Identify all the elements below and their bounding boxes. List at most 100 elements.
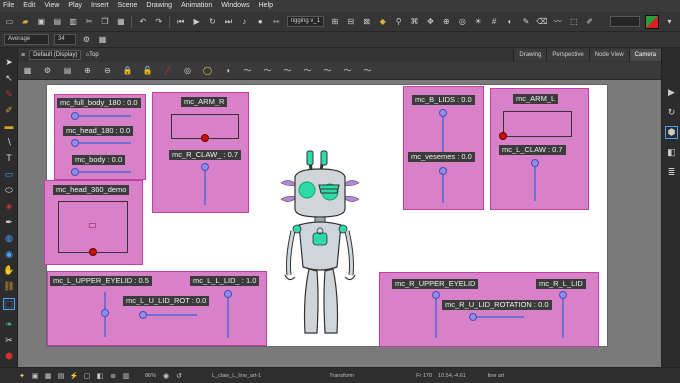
slider-knob-l-upper-eyelid[interactable] [101, 309, 109, 317]
slider-full-body[interactable] [75, 115, 131, 117]
wave-a-icon[interactable]: 〜 [242, 65, 253, 76]
rig-c-icon[interactable]: ⊠ [361, 16, 372, 27]
layers-icon[interactable]: ◧ [665, 146, 678, 159]
wave-f-icon[interactable]: 〜 [342, 65, 353, 76]
rotate-status-icon[interactable]: ◉ [162, 372, 170, 380]
box-status-icon[interactable]: ▢ [83, 372, 91, 380]
slider-knob-head[interactable] [71, 139, 79, 147]
cutter-icon[interactable]: ✂ [3, 334, 15, 346]
fill-icon[interactable]: ⬚ [568, 16, 579, 27]
tab-perspective[interactable]: Perspective [546, 49, 589, 61]
arm-l-handle[interactable] [499, 132, 507, 140]
light-icon[interactable]: ☀ [473, 16, 484, 27]
slider-knob-l-l-lid[interactable] [224, 290, 232, 298]
robot-character[interactable] [275, 147, 365, 337]
camera-status-icon[interactable]: ▣ [31, 372, 39, 380]
paint-bucket-icon[interactable]: ◈ [3, 200, 15, 212]
menu-help[interactable]: Help [259, 0, 273, 12]
slider-knob-full-body[interactable] [71, 112, 79, 120]
rig-tool-icon[interactable]: ⛓ [3, 280, 15, 292]
slider-r-l-lid[interactable] [562, 293, 564, 338]
menu-windows[interactable]: Windows [221, 0, 249, 12]
arm-l-pad[interactable] [503, 111, 572, 137]
mask-icon[interactable]: ◐ [505, 16, 516, 27]
bone-view-icon[interactable]: ╱ [162, 65, 173, 76]
rectangle-tool-icon[interactable]: ▭ [3, 168, 15, 180]
slider-l-l-lid[interactable] [227, 292, 229, 338]
unlock-icon[interactable]: 🔓 [142, 65, 153, 76]
wave-g-icon[interactable]: 〜 [362, 65, 373, 76]
color-swatch-icon[interactable] [645, 14, 659, 29]
wave-c-icon[interactable]: 〜 [282, 65, 293, 76]
remove-layer-icon[interactable]: ⊖ [102, 65, 113, 76]
menu-file[interactable]: File [3, 0, 14, 12]
save-icon[interactable]: ▣ [36, 16, 47, 27]
wave-e-icon[interactable]: 〜 [322, 65, 333, 76]
key-icon[interactable]: ◆ [377, 16, 388, 27]
select-arrow-icon[interactable]: ➤ [3, 56, 15, 68]
frame-status-icon[interactable]: ▦ [44, 372, 52, 380]
settings-gear-icon[interactable]: ⚙ [81, 34, 92, 45]
slider-r-u-lid-rotation[interactable] [472, 316, 524, 318]
zoom-tool-icon[interactable]: ⬢ [3, 350, 15, 362]
line-tool-icon[interactable]: ∖ [3, 136, 15, 148]
grid-status-icon[interactable]: ▤ [57, 372, 65, 380]
quality-value-field[interactable]: 34 [54, 34, 76, 45]
sound-icon[interactable]: ♪ [239, 16, 250, 27]
slider-knob-r-claw[interactable] [201, 163, 209, 171]
arm-r-handle[interactable] [201, 134, 209, 142]
reset-status-icon[interactable]: ↺ [175, 372, 183, 380]
cut-icon[interactable]: ✂ [84, 16, 95, 27]
stamp-icon[interactable]: ◉ [3, 248, 15, 260]
stroke-icon[interactable]: 〰 [552, 16, 563, 27]
menu-edit[interactable]: Edit [23, 0, 35, 12]
lock-icon[interactable]: 🔒 [122, 65, 133, 76]
transform-icon[interactable]: ✥ [425, 16, 436, 27]
grid-toggle-icon[interactable]: ▤ [62, 65, 73, 76]
loop-icon[interactable]: ↻ [207, 16, 218, 27]
layers-status-icon[interactable]: ◧ [96, 372, 104, 380]
camera-mask-icon[interactable]: ▦ [22, 65, 33, 76]
new-icon[interactable]: ▭ [4, 16, 15, 27]
slider-r-upper-eyelid[interactable] [435, 293, 437, 338]
wave-d-icon[interactable]: 〜 [302, 65, 313, 76]
undo-icon[interactable]: ↶ [137, 16, 148, 27]
slider-l-u-lid-rot[interactable] [142, 314, 197, 316]
ellipse-tool-icon[interactable]: ⬭ [3, 184, 15, 196]
last-frame-icon[interactable]: ⏭ [223, 16, 234, 27]
menu-view[interactable]: View [44, 0, 59, 12]
tab-camera[interactable]: Camera [628, 49, 661, 61]
deform-icon[interactable]: ⌘ [409, 16, 420, 27]
feather-icon[interactable]: ❧ [3, 318, 15, 330]
library-icon[interactable]: ▥ [68, 16, 79, 27]
slider-knob-r-u-lid-rotation[interactable] [469, 313, 477, 321]
play-side-icon[interactable]: ▶ [665, 86, 678, 99]
zoom-level[interactable]: 86% [145, 373, 156, 379]
add-layer-icon[interactable]: ⊕ [82, 65, 93, 76]
hand-icon[interactable]: ✋ [3, 264, 15, 276]
play-icon[interactable]: ▶ [191, 16, 202, 27]
top-view-label[interactable]: ⌂Top [85, 52, 98, 58]
slider-knob-l-u-lid-rot[interactable] [139, 311, 147, 319]
swatch-arrow-icon[interactable]: ▾ [664, 16, 675, 27]
wave-b-icon[interactable]: 〜 [262, 65, 273, 76]
rotate-view-icon[interactable]: ↻ [665, 106, 678, 119]
rig-a-icon[interactable]: ⊞ [329, 16, 340, 27]
pen-icon[interactable]: ✎ [521, 16, 532, 27]
rig-dropdown[interactable]: rigging v_1 [286, 16, 325, 27]
stack-status-icon[interactable]: ≣ [109, 372, 117, 380]
import-icon[interactable]: ▤ [52, 16, 63, 27]
onion-view-icon[interactable]: ◎ [182, 65, 193, 76]
peg-icon[interactable]: ⊕ [441, 16, 452, 27]
slider-knob-r-upper-eyelid[interactable] [432, 291, 440, 299]
playback-range-icon[interactable]: ⇿ [271, 16, 282, 27]
menu-drawing[interactable]: Drawing [146, 0, 172, 12]
pencil-icon[interactable]: ✐ [3, 104, 15, 116]
view-menu-hamburger-icon[interactable]: ≡ [21, 52, 25, 59]
lock-palette-icon[interactable]: ▦ [97, 34, 108, 45]
bulb-icon[interactable]: ✦ [18, 372, 26, 380]
open-icon[interactable]: ▰ [20, 16, 31, 27]
bone-icon[interactable]: ⚲ [393, 16, 404, 27]
brush-icon[interactable]: ✎ [3, 88, 15, 100]
text-tool-icon[interactable]: T [3, 152, 15, 164]
